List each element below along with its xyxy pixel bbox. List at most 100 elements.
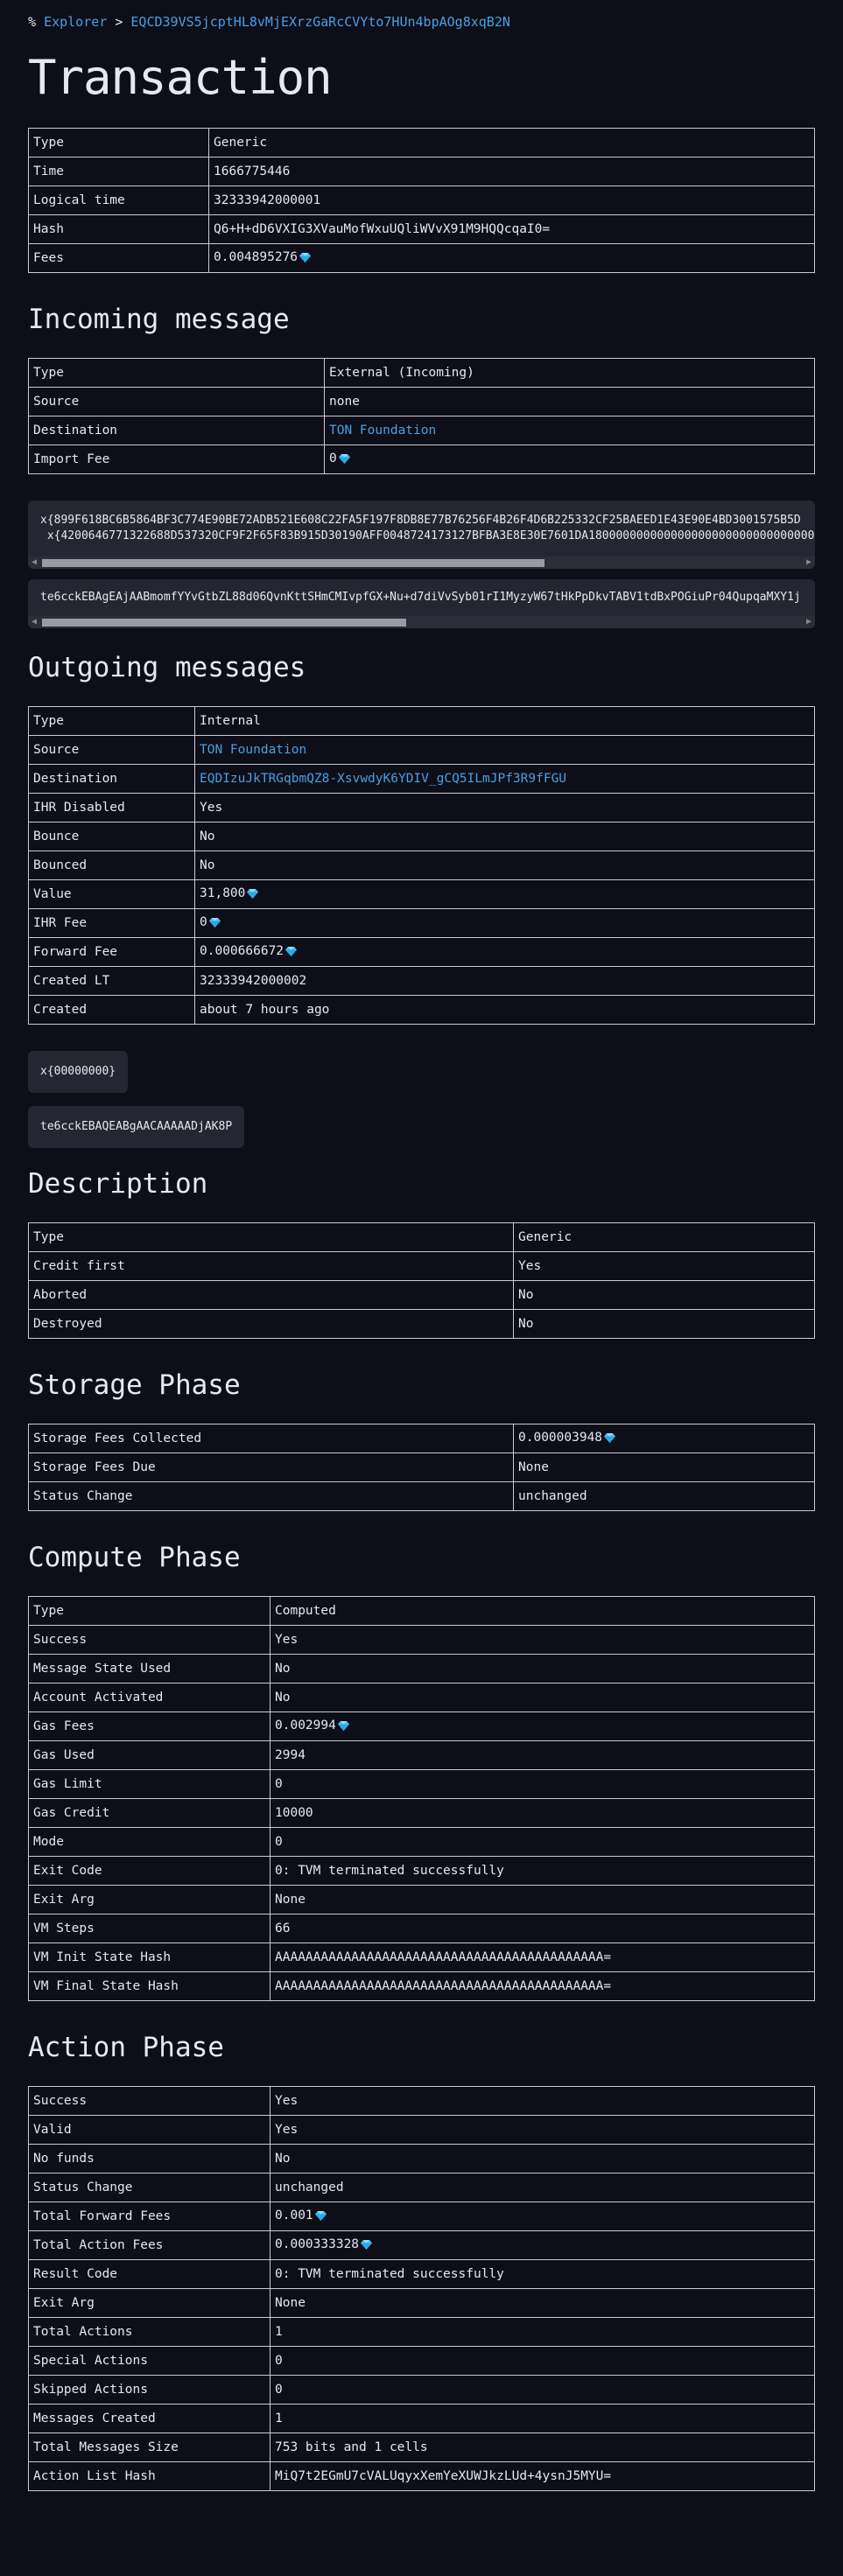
row-value: 1	[270, 2404, 815, 2433]
scroll-right-icon[interactable]: ▶	[803, 556, 815, 569]
value-text: 0.004895276	[214, 250, 299, 264]
row-label: Destination	[28, 416, 325, 445]
action-phase-table: Success Yes Valid Yes No funds No Status Chang…	[28, 2086, 815, 2491]
table-row: Destination TON Foundation	[28, 416, 815, 445]
row-value[interactable]: TON Foundation	[324, 416, 815, 445]
toncoin-gem-icon	[285, 946, 298, 960]
table-row: Total Forward Fees 0.001	[28, 2202, 815, 2231]
table-row: Skipped Actions 0	[28, 2375, 815, 2404]
row-label: Aborted	[28, 1280, 514, 1310]
row-label: Action List Hash	[28, 2461, 270, 2491]
value-text: 31,800	[200, 886, 246, 900]
row-label: Value	[28, 879, 195, 909]
table-row: Import Fee 0	[28, 444, 815, 474]
value-text: No	[518, 1288, 534, 1302]
row-value: MiQ7t2EGmU7cVALUqyxXemYeXUWJkzLUd+4ysnJ5…	[270, 2461, 815, 2491]
row-label: Total Actions	[28, 2317, 270, 2347]
value-text: Computed	[275, 1604, 336, 1618]
row-label: Logical time	[28, 186, 209, 215]
toncoin-gem-icon	[208, 917, 221, 931]
value-text: 66	[275, 1922, 291, 1936]
page: % Explorer > EQCD39VS5jcptHL8vMjEXrzGaRc…	[0, 0, 843, 2491]
value-text: 0: TVM terminated successfully	[275, 2267, 504, 2281]
row-value: 0.000666672	[194, 937, 815, 967]
value-text: 2994	[275, 1748, 306, 1762]
toncoin-gem-icon	[247, 888, 259, 902]
value-text: none	[329, 395, 360, 409]
breadcrumb-address-link[interactable]: EQCD39VS5jcptHL8vMjEXrzGaRcCVYto7HUn4bpA…	[130, 14, 509, 30]
scrollbar-thumb[interactable]	[42, 559, 544, 567]
value-text: 0	[275, 1777, 283, 1791]
value-text: Generic	[518, 1230, 573, 1244]
value-text: 0.000666672	[200, 944, 285, 958]
value-text: 0	[329, 452, 337, 466]
outgoing-boc-code[interactable]: te6cckEBAQEABgAACAAAAADjAK8P	[28, 1106, 245, 1148]
scrollbar-thumb[interactable]	[42, 619, 406, 626]
table-row: Type Computed	[28, 1596, 815, 1626]
table-row: Account Activated No	[28, 1683, 815, 1712]
row-value: 31,800	[194, 879, 815, 909]
compute-phase-heading: Compute Phase	[28, 1542, 241, 1573]
row-value: Yes	[513, 1251, 815, 1281]
table-row: Status Change unchanged	[28, 1481, 815, 1511]
outgoing-body-code[interactable]: x{00000000}	[28, 1051, 129, 1093]
row-value: 10000	[270, 1798, 815, 1828]
incoming-body-code[interactable]: x{899F618BC6B5864BF3C774E90BE72ADB521E60…	[28, 500, 815, 569]
row-value: No	[194, 822, 815, 851]
breadcrumb-explorer-link[interactable]: Explorer	[44, 14, 107, 30]
value-text: 0.002994	[275, 1718, 336, 1732]
row-label: Type	[28, 1596, 270, 1626]
table-row: Messages Created 1	[28, 2404, 815, 2433]
incoming-boc-scrollbar[interactable]: ◀ ▶	[28, 616, 815, 628]
table-row: Action List Hash MiQ7t2EGmU7cVALUqyxXemYe…	[28, 2461, 815, 2491]
row-label: Bounce	[28, 822, 195, 851]
address-link[interactable]: EQDIzuJkTRGqbmQZ8-XsvwdyK6YDIV_gCQ5ILmJP…	[200, 772, 566, 786]
toncoin-gem-icon	[337, 1720, 349, 1734]
row-label: Import Fee	[28, 444, 325, 474]
scroll-left-icon[interactable]: ◀	[28, 616, 40, 628]
row-value: 0: TVM terminated successfully	[270, 1856, 815, 1886]
summary-table: Type Generic Time 1666775446 Logical time 323…	[28, 128, 815, 273]
value-text: 0	[275, 1835, 283, 1849]
row-value: none	[324, 387, 815, 416]
row-value: No	[270, 1654, 815, 1684]
scroll-left-icon[interactable]: ◀	[28, 556, 40, 569]
value-text: 1666775446	[214, 164, 291, 178]
row-value: 753 bits and 1 cells	[270, 2432, 815, 2462]
table-row: Total Action Fees 0.000333328	[28, 2230, 815, 2260]
value-text: 0: TVM terminated successfully	[275, 1864, 504, 1878]
toncoin-gem-icon	[299, 252, 312, 266]
scroll-right-icon[interactable]: ▶	[803, 616, 815, 628]
row-label: Time	[28, 157, 209, 186]
table-row: Hash Q6+H+dD6VXIG3XVauMofWxuUQliWVvX91M9H…	[28, 214, 815, 244]
row-value: Yes	[194, 793, 815, 822]
incoming-message-table: Type External (Incoming) Source none Destina…	[28, 358, 815, 474]
value-text: Internal	[200, 714, 261, 728]
table-row: Type Generic	[28, 128, 815, 158]
table-row: Total Messages Size 753 bits and 1 cells	[28, 2432, 815, 2462]
table-row: Credit first Yes	[28, 1251, 815, 1281]
row-value[interactable]: EQDIzuJkTRGqbmQZ8-XsvwdyK6YDIV_gCQ5ILmJP…	[194, 764, 815, 794]
value-text: 0	[275, 2383, 283, 2397]
row-label: Hash	[28, 214, 209, 244]
explorer-home-icon[interactable]: %	[28, 14, 36, 30]
table-row: Success Yes	[28, 2086, 815, 2116]
toncoin-gem-icon	[361, 2239, 373, 2253]
value-text: No	[200, 858, 215, 872]
table-row: Mode 0	[28, 1827, 815, 1857]
table-row: Storage Fees Due None	[28, 1452, 815, 1482]
incoming-boc-code[interactable]: te6cckEBAgEAjAABmomfYYvGtbZL88d06QvnKttS…	[28, 579, 815, 628]
address-link[interactable]: TON Foundation	[329, 424, 436, 438]
address-link[interactable]: TON Foundation	[200, 743, 306, 757]
row-value: 0: TVM terminated successfully	[270, 2259, 815, 2289]
table-row: IHR Fee 0	[28, 908, 815, 938]
table-row: Forward Fee 0.000666672	[28, 937, 815, 967]
row-value: 0.002994	[270, 1712, 815, 1741]
row-value: No	[270, 2144, 815, 2174]
row-value[interactable]: TON Foundation	[194, 735, 815, 765]
table-row: Source none	[28, 387, 815, 416]
row-label: VM Final State Hash	[28, 1971, 270, 2001]
row-label: Total Forward Fees	[28, 2202, 270, 2231]
incoming-body-scrollbar[interactable]: ◀ ▶	[28, 556, 815, 569]
row-value: 0.000333328	[270, 2230, 815, 2260]
